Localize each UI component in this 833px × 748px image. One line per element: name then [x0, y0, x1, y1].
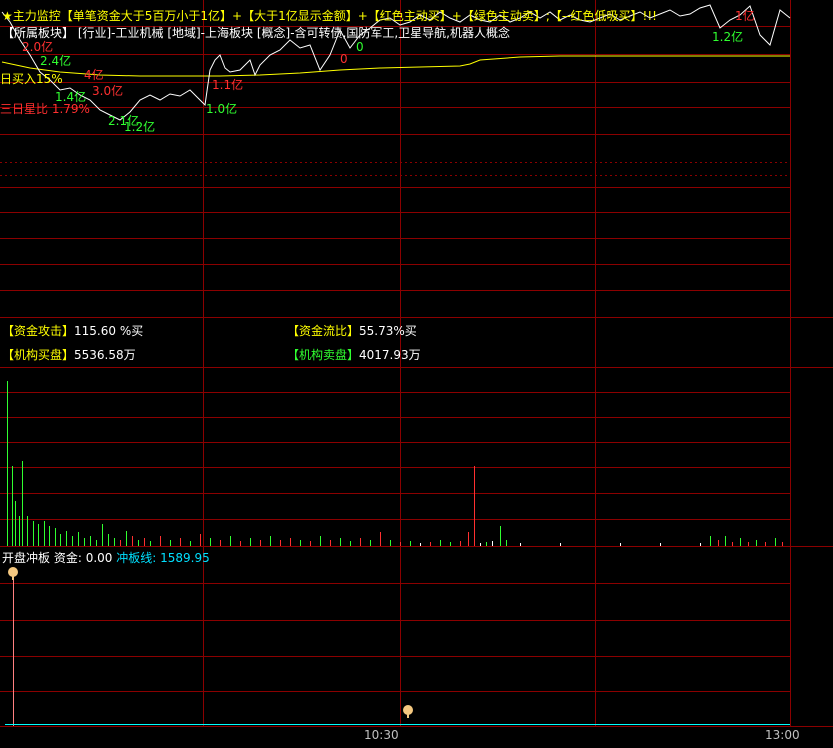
- inst-buy-label: 【机构买盘】: [2, 348, 75, 362]
- price-annotation: 0: [356, 40, 364, 54]
- fund-flow-value: 55.73%买: [359, 324, 417, 338]
- avg-price-line: [1, 55, 790, 77]
- inst-buy: 【机构买盘】5536.58万: [2, 346, 136, 363]
- legend-text: 【单笔资金大于5百万小于1亿】+【大于1亿显示金额】+【红色主动买】+【绿色主动…: [60, 9, 657, 23]
- price-annotation: 2.4亿: [40, 54, 72, 68]
- price-annotation: 1.1亿: [212, 78, 244, 92]
- fund-attack-label: 【资金攻击】: [2, 324, 75, 338]
- star-title: ★主力监控: [2, 9, 61, 23]
- fund-flow: 【资金流比】55.73%买: [287, 322, 417, 339]
- time-label-1030: 10:30: [364, 728, 399, 742]
- price-annotation: 1亿: [735, 9, 755, 23]
- price-annotation: 4亿: [84, 68, 104, 82]
- inst-sell-value: 4017.93万: [359, 348, 421, 362]
- inst-buy-value: 5536.58万: [74, 348, 136, 362]
- price-annotation: 0: [340, 52, 348, 66]
- fund-flow-label: 【资金流比】: [287, 324, 360, 338]
- bottom-fund-label: 资金: 0.00: [53, 551, 113, 565]
- price-annotation: 3.0亿: [92, 84, 124, 98]
- inst-sell-label: 【机构卖盘】: [287, 348, 360, 362]
- bottom-panel-title: 开盘冲板: [2, 551, 51, 565]
- three-day-label: 三日星比 1.79%: [0, 102, 90, 116]
- inst-sell: 【机构卖盘】4017.93万: [287, 346, 421, 363]
- sector-line: 【所属板块】 [行业]-工业机械 [地域]-上海板块 [概念]-含可转债,国防军…: [2, 26, 510, 40]
- bottom-panel-header: 开盘冲板 资金: 0.00 冲板线: 1589.95: [2, 549, 210, 566]
- volume-bars: [7, 381, 783, 546]
- fund-attack: 【资金攻击】115.60 %买: [2, 322, 143, 339]
- daily-buy-label: 日买入15%: [0, 72, 63, 86]
- price-annotation: 1.2亿: [124, 120, 156, 134]
- signal-marker-icon: [401, 704, 415, 718]
- price-annotation: 1.2亿: [712, 30, 744, 44]
- price-annotation: 1.0亿: [206, 102, 238, 116]
- fund-attack-value: 115.60 %买: [74, 324, 144, 338]
- bottom-line-label: 冲板线: 1589.95: [116, 551, 210, 565]
- legend-line: ★主力监控【单笔资金大于5百万小于1亿】+【大于1亿显示金额】+【红色主动买】+…: [2, 7, 657, 24]
- time-label-1300: 13:00: [765, 728, 800, 742]
- signal-marker-icon: [6, 566, 20, 580]
